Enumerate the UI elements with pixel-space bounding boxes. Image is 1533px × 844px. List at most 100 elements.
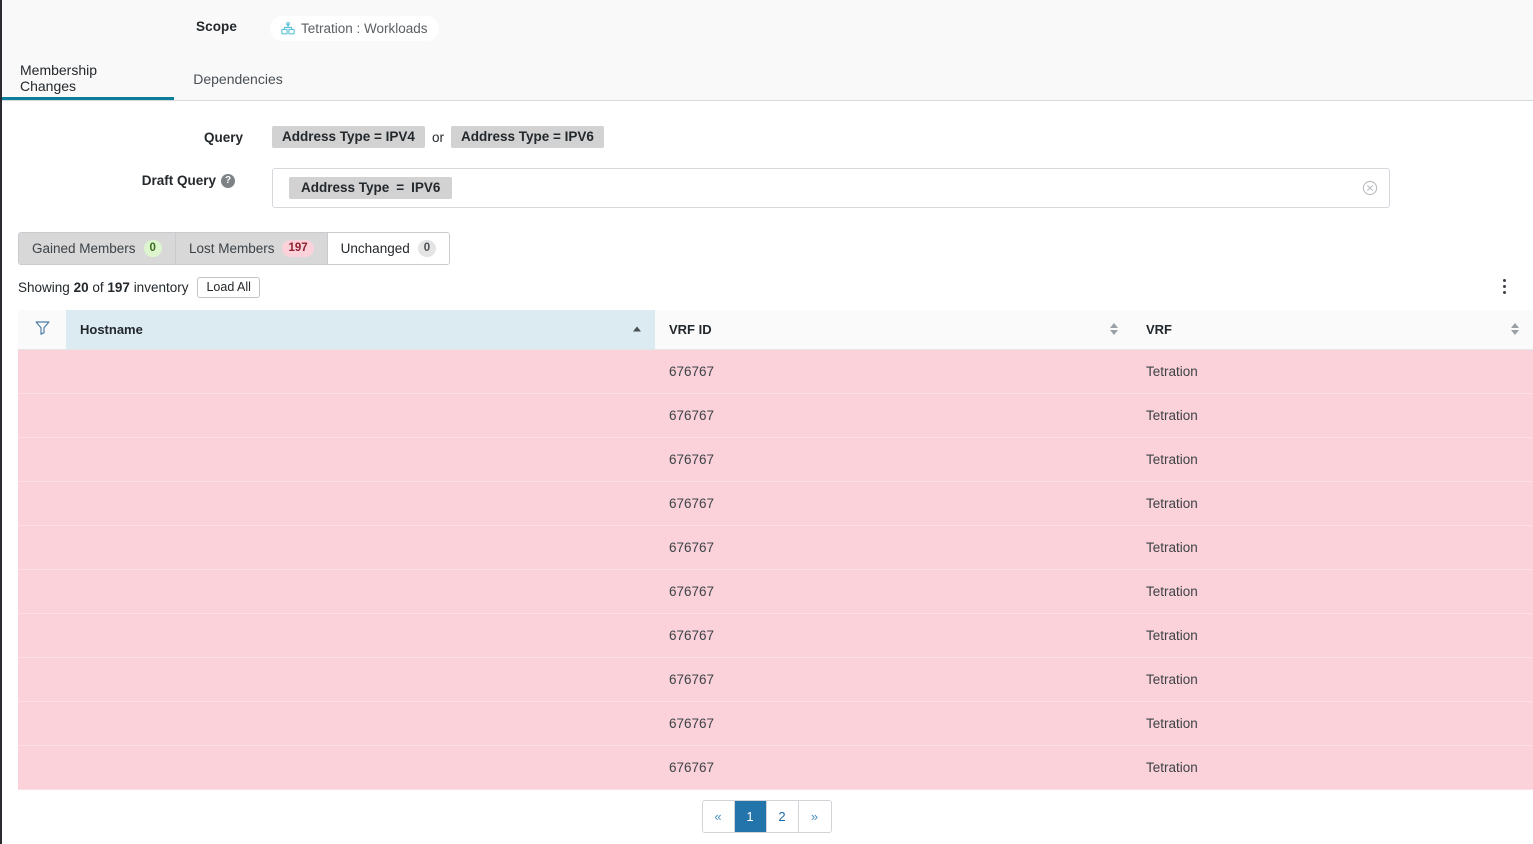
- tab-gained-members-label: Gained Members: [32, 241, 136, 256]
- tab-membership-changes-label: Membership Changes: [20, 61, 98, 94]
- cell-hostname: [66, 525, 655, 570]
- sort-ascending-icon[interactable]: [633, 326, 641, 332]
- app-root: Scope Tetration : Workloads Membership C…: [0, 0, 1533, 844]
- pagination-page-1[interactable]: 1: [734, 801, 767, 832]
- cell-vrf: Tetration: [1132, 745, 1533, 790]
- tab-dependencies[interactable]: Dependencies: [174, 58, 302, 100]
- more-vertical-icon[interactable]: [1493, 274, 1515, 298]
- cell-vrf_id: 676767: [655, 349, 1132, 394]
- cell-vrf: Tetration: [1132, 569, 1533, 614]
- cell-vrf_id: 676767: [655, 525, 1132, 570]
- query-conjunction: or: [431, 129, 444, 145]
- table-row[interactable]: 676767 Tetration: [18, 745, 1533, 790]
- cell-vrf: Tetration: [1132, 437, 1533, 482]
- draft-query-chip-value: IPV6: [411, 180, 441, 195]
- tab-gained-members[interactable]: Gained Members 0: [19, 233, 176, 264]
- showing-summary: Showing 20 of 197 inventory Load All: [18, 277, 260, 298]
- cell-vrf_id: 676767: [655, 569, 1132, 614]
- table-header: Hostname VRF ID VRF: [18, 310, 1533, 350]
- query-chip-ipv4: Address Type = IPV4: [272, 126, 425, 148]
- row-select-cell: [18, 393, 66, 438]
- load-all-button[interactable]: Load All: [197, 277, 260, 298]
- row-select-cell: [18, 657, 66, 702]
- table-row[interactable]: 676767 Tetration: [18, 481, 1533, 526]
- draft-query-input[interactable]: Address Type = IPV6: [272, 168, 1390, 208]
- table-body: 676767 Tetration 676767 Tetration 676767 Tetr…: [18, 349, 1533, 790]
- table-row[interactable]: 676767 Tetration: [18, 613, 1533, 658]
- tab-lost-members-count: 197: [282, 239, 314, 258]
- sort-toggle-icon[interactable]: [1110, 323, 1118, 336]
- cell-vrf: Tetration: [1132, 613, 1533, 658]
- draft-query-label: Draft Query ?: [70, 173, 235, 188]
- row-select-cell: [18, 481, 66, 526]
- column-header-vrf-id[interactable]: VRF ID: [655, 310, 1132, 350]
- cell-vrf: Tetration: [1132, 657, 1533, 702]
- showing-count: 20: [73, 280, 89, 295]
- column-header-hostname[interactable]: Hostname: [66, 310, 655, 350]
- column-header-vrf[interactable]: VRF: [1132, 310, 1533, 350]
- column-header-vrf-label: VRF: [1146, 321, 1172, 337]
- draft-query-chip[interactable]: Address Type = IPV6: [289, 177, 453, 199]
- table-row[interactable]: 676767 Tetration: [18, 657, 1533, 702]
- cell-hostname: [66, 701, 655, 746]
- table-row[interactable]: 676767 Tetration: [18, 437, 1533, 482]
- pagination-page-2[interactable]: 2: [766, 801, 799, 832]
- cell-vrf: Tetration: [1132, 525, 1533, 570]
- showing-middle: of: [92, 280, 104, 295]
- table-row[interactable]: 676767 Tetration: [18, 525, 1533, 570]
- tab-unchanged-count: 0: [417, 239, 437, 258]
- question-mark-icon[interactable]: ?: [221, 173, 235, 188]
- showing-text: Showing 20 of 197 inventory: [18, 280, 188, 295]
- scope-chip-label: Tetration : Workloads: [301, 21, 428, 36]
- column-filter-toggle[interactable]: [18, 310, 66, 350]
- cell-hostname: [66, 437, 655, 482]
- pagination-group: « 1 2 »: [701, 800, 832, 833]
- cell-vrf_id: 676767: [655, 437, 1132, 482]
- tab-lost-members-label: Lost Members: [188, 241, 275, 256]
- query-chip-list: Address Type = IPV4 or Address Type = IP…: [272, 126, 604, 148]
- tab-membership-changes[interactable]: Membership Changes: [2, 58, 174, 100]
- cell-hostname: [66, 349, 655, 394]
- nav-rail-edge: [0, 0, 2, 844]
- inventory-table-container: Hostname VRF ID VRF 676767 Tetration 676…: [18, 310, 1533, 791]
- column-header-vrf-id-label: VRF ID: [669, 321, 712, 337]
- scope-chip[interactable]: Tetration : Workloads: [270, 16, 439, 41]
- table-row[interactable]: 676767 Tetration: [18, 701, 1533, 746]
- sort-toggle-icon[interactable]: [1511, 323, 1519, 336]
- circle-x-icon[interactable]: [1362, 180, 1378, 196]
- cell-hostname: [66, 393, 655, 438]
- filter-funnel-icon[interactable]: [34, 319, 51, 336]
- inventory-table: Hostname VRF ID VRF 676767 Tetration 676…: [18, 310, 1533, 790]
- showing-prefix: Showing: [18, 280, 70, 295]
- row-select-cell: [18, 701, 66, 746]
- member-change-tabs: Gained Members 0 Lost Members 197 Unchan…: [18, 232, 451, 265]
- tab-strip: Membership Changes Dependencies: [2, 58, 1533, 101]
- showing-total: 197: [107, 280, 130, 295]
- table-row[interactable]: 676767 Tetration: [18, 393, 1533, 438]
- pagination-next[interactable]: »: [798, 801, 831, 832]
- tab-gained-members-count: 0: [143, 239, 162, 258]
- cell-vrf: Tetration: [1132, 349, 1533, 394]
- cell-vrf_id: 676767: [655, 393, 1132, 438]
- tab-lost-members[interactable]: Lost Members 197: [175, 233, 328, 264]
- tab-dependencies-label: Dependencies: [193, 71, 283, 87]
- row-select-cell: [18, 525, 66, 570]
- cell-hostname: [66, 613, 655, 658]
- scope-label: Scope: [196, 19, 238, 34]
- row-select-cell: [18, 613, 66, 658]
- draft-query-chip-field: Address Type: [301, 180, 390, 195]
- row-select-cell: [18, 569, 66, 614]
- row-select-cell: [18, 745, 66, 790]
- cell-vrf_id: 676767: [655, 657, 1132, 702]
- column-header-hostname-label: Hostname: [80, 321, 143, 337]
- cell-hostname: [66, 657, 655, 702]
- table-row[interactable]: 676767 Tetration: [18, 349, 1533, 394]
- draft-query-label-text: Draft Query: [141, 173, 216, 188]
- tab-unchanged-label: Unchanged: [340, 241, 410, 256]
- pagination-prev[interactable]: «: [702, 801, 735, 832]
- row-select-cell: [18, 349, 66, 394]
- table-row[interactable]: 676767 Tetration: [18, 569, 1533, 614]
- cell-vrf: Tetration: [1132, 481, 1533, 526]
- cell-vrf: Tetration: [1132, 393, 1533, 438]
- tab-unchanged[interactable]: Unchanged 0: [327, 233, 450, 264]
